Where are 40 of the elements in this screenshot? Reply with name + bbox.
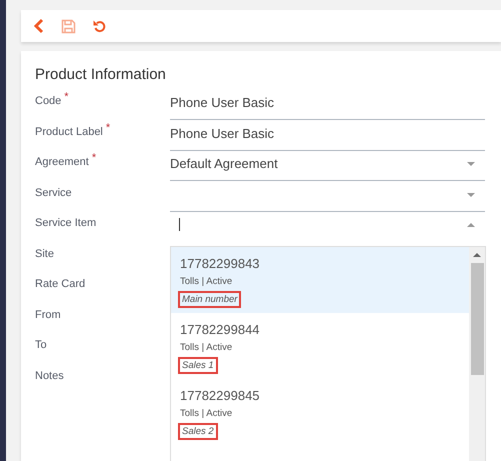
field-label: Code — [35, 95, 62, 107]
option-number: 17782299845 — [180, 388, 260, 403]
required-asterisk: * — [106, 122, 110, 134]
dropdown-option[interactable]: 17782299844 Tolls | Active Sales 1 — [171, 313, 469, 379]
option-note: Sales 1 — [178, 357, 218, 374]
input-field[interactable]: Phone User Basic — [170, 95, 485, 120]
select-field[interactable]: Default Agreement — [170, 156, 485, 181]
field-value: Default Agreement — [170, 156, 278, 171]
required-asterisk: * — [64, 91, 69, 103]
field-label: Notes — [35, 370, 64, 382]
field-value: Phone User Basic — [170, 126, 274, 140]
option-status: Tolls | Active — [180, 408, 232, 419]
field-label: From — [35, 308, 61, 320]
section-title: Product Information — [35, 66, 167, 83]
undo-icon — [92, 18, 107, 34]
chevron-left-icon — [33, 18, 45, 34]
field-label: To — [35, 339, 47, 351]
field-label: Agreement — [35, 156, 89, 168]
option-status: Tolls | Active — [180, 342, 232, 353]
field-label: Site — [35, 248, 54, 260]
dropdown-arrow-icon — [467, 192, 475, 196]
dropdown-arrow-icon — [467, 162, 475, 166]
scroll-up-arrow-icon[interactable] — [473, 253, 481, 257]
option-status: Tolls | Active — [180, 276, 232, 287]
dropdown-arrow-icon — [467, 223, 475, 227]
dropdown-option[interactable]: 17782299843 Tolls | Active Main number — [171, 247, 469, 313]
dropdown-option[interactable]: 17782299845 Tolls | Active Sales 2 — [171, 379, 469, 445]
option-number: 17782299843 — [180, 256, 260, 271]
scrollbar-thumb[interactable] — [470, 263, 484, 375]
field-label: Service — [35, 186, 72, 198]
input-field[interactable]: Phone User Basic — [170, 126, 485, 150]
field-value: Phone User Basic — [170, 95, 274, 110]
scrollbar[interactable] — [469, 247, 485, 461]
field-label: Service Item — [35, 217, 96, 229]
option-note: Sales 2 — [178, 423, 218, 440]
field-label: Rate Card — [35, 278, 86, 290]
field-label: Product Label — [35, 126, 103, 138]
option-number: 17782299844 — [180, 322, 260, 337]
option-note: Main number — [178, 291, 242, 308]
required-asterisk: * — [92, 152, 96, 164]
